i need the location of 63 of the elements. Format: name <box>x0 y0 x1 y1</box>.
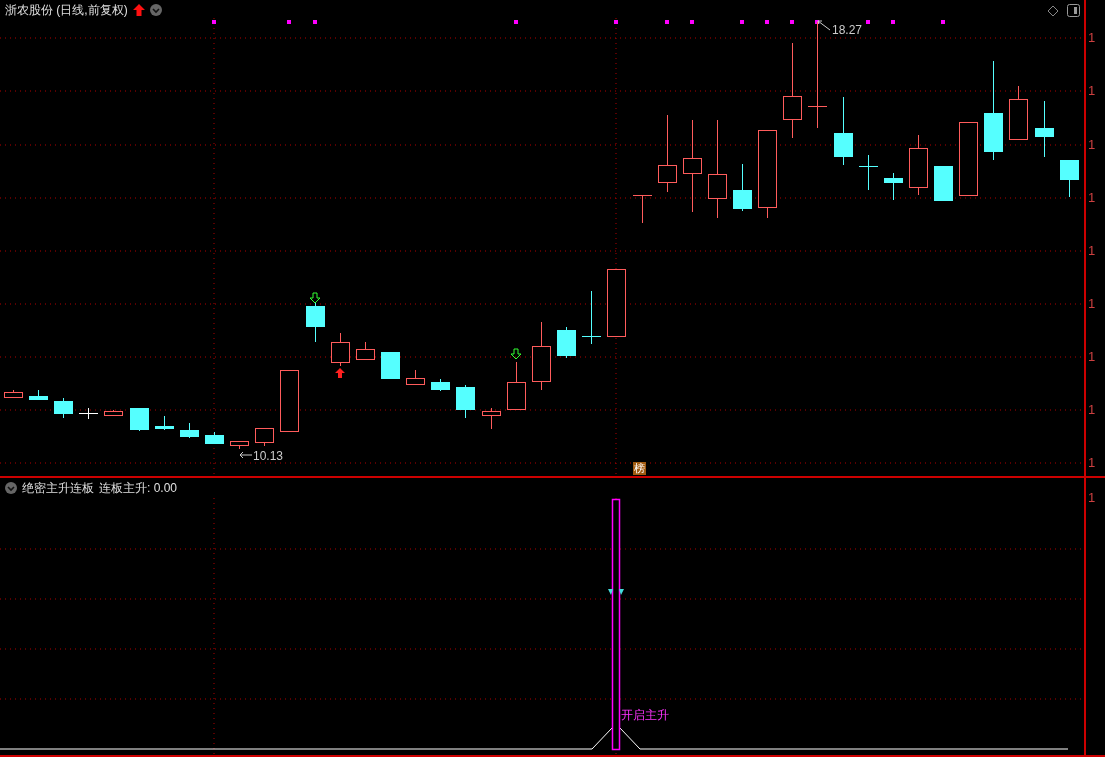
axis-label: 1 <box>1088 83 1096 99</box>
candlestick <box>406 369 425 385</box>
candlestick <box>306 301 325 343</box>
candlestick <box>155 415 174 431</box>
event-badge[interactable]: 榜 <box>633 462 646 475</box>
candlestick <box>255 427 274 447</box>
axis-label: 1 <box>1088 30 1096 46</box>
candlestick <box>1009 85 1028 141</box>
axis-label: 1 <box>1088 190 1096 206</box>
down-arrow-icon <box>510 348 522 360</box>
signal-label: 开启主升 <box>621 708 669 722</box>
diamond-icon[interactable] <box>1047 4 1059 17</box>
candlestick <box>582 290 601 345</box>
candlestick <box>130 407 149 432</box>
marker-icon <box>608 589 624 595</box>
candlestick <box>431 378 450 392</box>
candlestick <box>507 361 526 410</box>
candlestick <box>456 384 475 419</box>
candlestick <box>280 369 299 432</box>
candlestick <box>733 163 752 212</box>
price-label: 18.27 <box>832 23 863 37</box>
candlestick <box>859 154 878 191</box>
axis-label: 1 <box>1088 243 1096 259</box>
dropdown-icon[interactable] <box>149 4 162 16</box>
candlestick <box>1060 159 1079 198</box>
leader-arrow-icon <box>239 451 253 459</box>
candlestick <box>884 172 903 201</box>
candlestick <box>205 431 224 445</box>
candlestick <box>532 321 551 391</box>
leader-arrow-icon <box>817 20 831 31</box>
indicator-name: 绝密主升连板 <box>22 481 94 495</box>
dropdown-icon[interactable] <box>5 482 17 494</box>
candlestick <box>54 397 73 419</box>
candlestick <box>934 165 953 202</box>
candlestick <box>1035 100 1054 158</box>
candlestick <box>607 268 626 337</box>
axis-label: 1 <box>1088 455 1096 471</box>
candlestick <box>29 389 48 401</box>
candlestick <box>482 407 501 430</box>
axis-label: 1 <box>1088 137 1096 153</box>
candlestick <box>633 194 652 224</box>
panel-toggle-icon[interactable] <box>1067 4 1080 17</box>
candlestick <box>834 96 853 166</box>
axis-label: 1 <box>1088 402 1096 418</box>
candlestick <box>356 341 375 360</box>
candlestick <box>4 389 23 399</box>
axis-label: 1 <box>1088 490 1096 506</box>
candlestick <box>557 326 576 359</box>
candlestick <box>381 351 400 380</box>
candlestick <box>180 422 199 439</box>
candlestick <box>331 332 350 367</box>
candlestick <box>79 407 98 420</box>
up-arrow-icon[interactable] <box>132 4 145 16</box>
down-arrow-icon <box>309 292 321 304</box>
chart-title: 浙农股份 (日线,前复权) <box>5 3 128 17</box>
indicator-reading: 连板主升: 0.00 <box>99 481 178 495</box>
up-arrow-icon <box>335 368 345 378</box>
axis-label: 1 <box>1088 349 1096 365</box>
axis-label: 1 <box>1088 296 1096 312</box>
candlestick <box>909 134 928 196</box>
candlestick <box>230 440 249 450</box>
price-label: 10.13 <box>253 449 284 463</box>
candlestick <box>104 409 123 417</box>
